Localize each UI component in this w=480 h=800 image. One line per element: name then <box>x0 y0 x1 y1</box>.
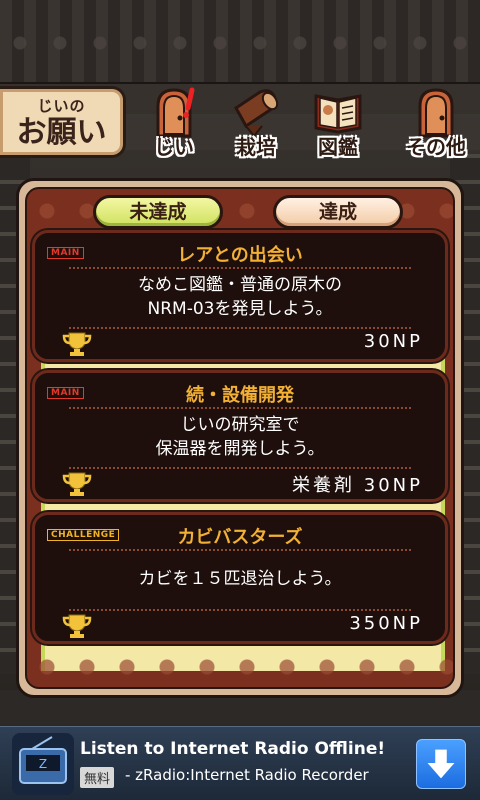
page-title: じいの お願い <box>0 86 126 158</box>
page-title-big: お願い <box>16 115 107 150</box>
trophy-icon <box>62 614 92 638</box>
download-arrow-icon <box>427 749 455 779</box>
page-title-small: じいの <box>37 97 86 115</box>
tab-jii[interactable]: じい <box>134 84 214 162</box>
svg-text:Z: Z <box>39 757 47 771</box>
header: じいの お願い じい 栽培 図鑑 その他 <box>0 84 480 164</box>
ad-subtitle: - zRadio:Internet Radio Recorder <box>125 766 369 784</box>
mission-reward: 栄養剤 30NP <box>292 475 423 496</box>
wall-ornament <box>0 28 480 58</box>
ad-headline: Listen to Internet Radio Offline! <box>80 739 386 759</box>
mission-card[interactable]: MAIN レアとの出会い なめこ図鑑・普通の原木の NRM-03を発見しよう。 … <box>32 230 448 362</box>
mission-description: カビを１５匹退治しよう。 <box>138 569 342 589</box>
mission-reward: 350NP <box>349 613 423 634</box>
trophy-icon <box>62 472 92 496</box>
background-top-wall <box>0 0 480 84</box>
tab-cultivation-label: 栽培 <box>236 135 276 159</box>
tab-encyclopedia-label: 図鑑 <box>318 135 358 159</box>
radio-app-icon: Z <box>12 733 74 795</box>
mission-title: 続・設備開発 <box>186 385 294 406</box>
mission-title: レアとの出会い <box>177 245 303 266</box>
mission-reward: 30NP <box>363 331 423 352</box>
divider <box>69 609 411 611</box>
divider <box>69 407 411 409</box>
mission-card[interactable]: CHALLENGE カビバスターズ カビを１５匹退治しよう。 350NP <box>32 512 448 644</box>
divider <box>69 327 411 329</box>
trophy-icon <box>62 332 92 356</box>
filter-incomplete-button[interactable]: 未達成 <box>93 195 223 229</box>
mission-card[interactable]: MAIN 続・設備開発 じいの研究室で 保温器を開発しよう。 栄養剤 30NP <box>32 370 448 502</box>
mission-description: なめこ図鑑・普通の原木の NRM-03を発見しよう。 <box>138 275 342 319</box>
free-badge: 無料 <box>80 767 115 788</box>
tab-jii-label: じい <box>154 135 194 159</box>
tab-encyclopedia[interactable]: 図鑑 <box>298 84 378 162</box>
filter-complete-button[interactable]: 達成 <box>273 195 403 229</box>
divider <box>69 267 411 269</box>
mission-title: カビバスターズ <box>177 527 303 548</box>
download-button[interactable] <box>416 739 466 789</box>
ad-banner[interactable]: Z Listen to Internet Radio Offline! 無料 -… <box>0 726 480 800</box>
tab-other-label: その他 <box>406 135 466 159</box>
mission-description: じいの研究室で 保温器を開発しよう。 <box>155 415 325 459</box>
divider <box>69 549 411 551</box>
tab-cultivation[interactable]: 栽培 <box>216 84 296 162</box>
divider <box>69 467 411 469</box>
tab-other[interactable]: その他 <box>396 84 476 162</box>
